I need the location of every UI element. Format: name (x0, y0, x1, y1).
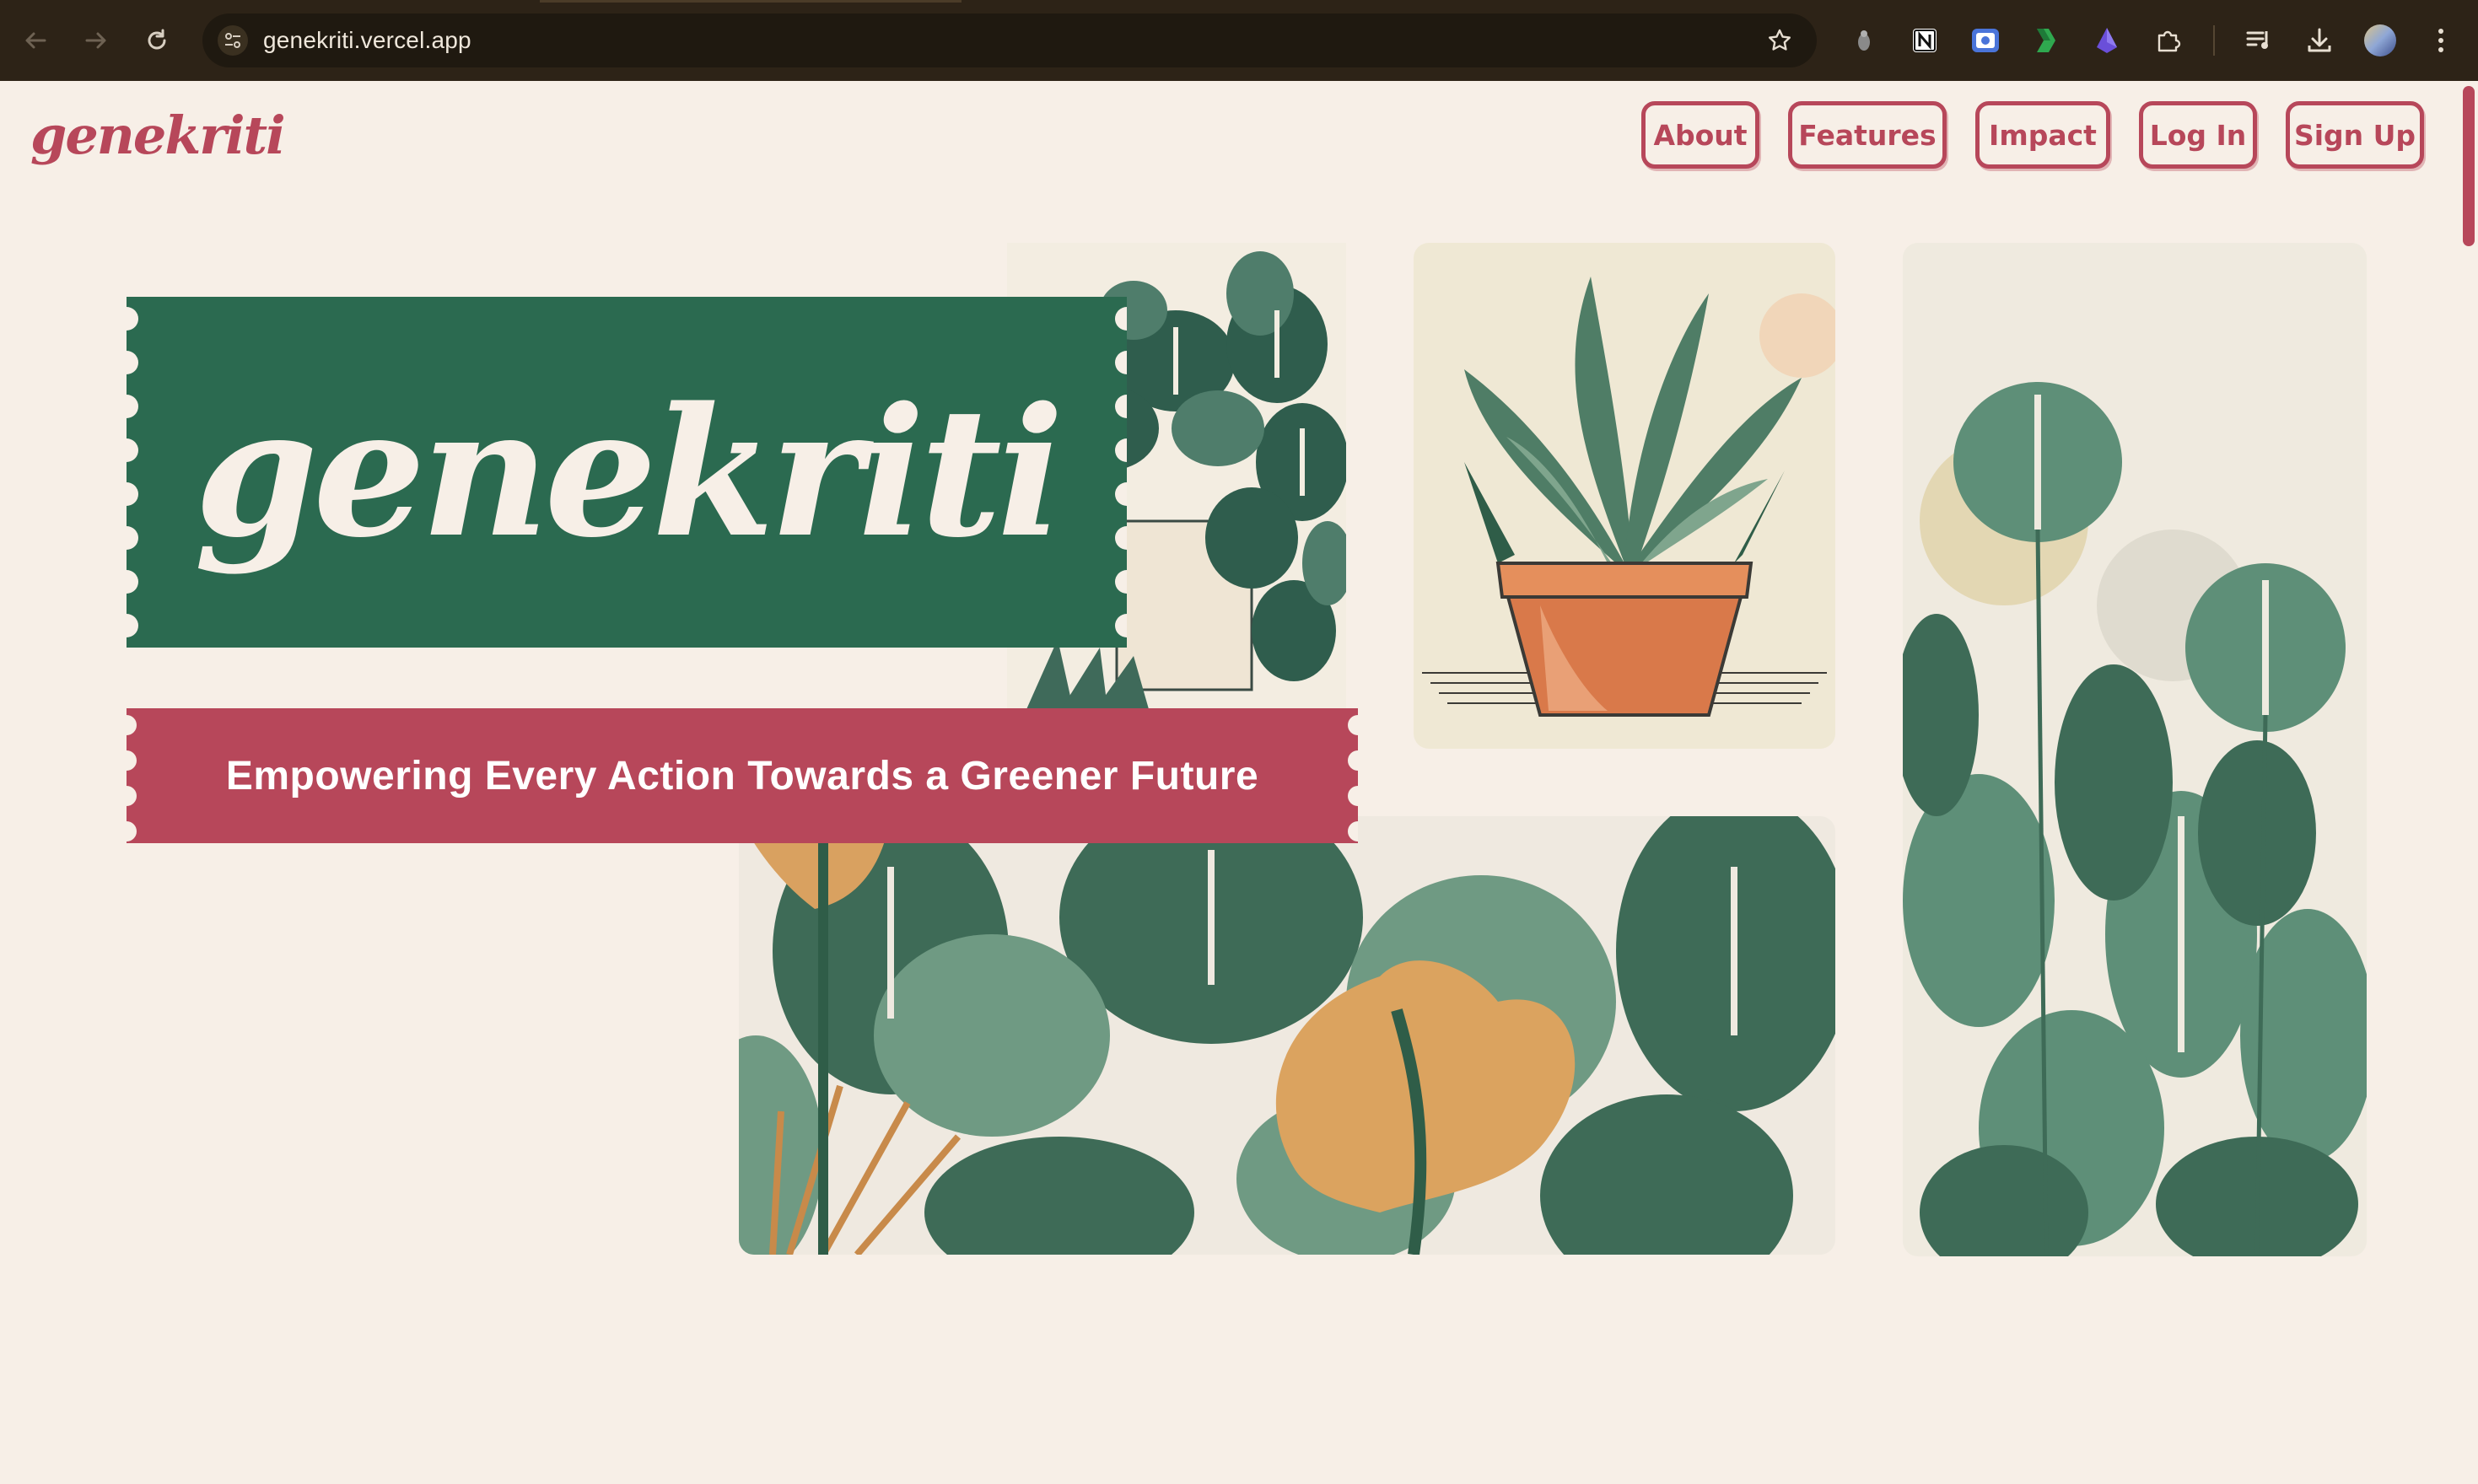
hero-title: genekriti (194, 368, 1064, 577)
url-text[interactable]: genekriti.vercel.app (263, 27, 471, 54)
back-arrow-icon[interactable] (17, 22, 54, 59)
profile-avatar-icon[interactable] (2362, 22, 2399, 59)
site-logo[interactable]: genekriti (30, 105, 286, 166)
download-icon[interactable] (2301, 22, 2338, 59)
browser-toolbar: genekriti.vercel.app (0, 0, 2478, 82)
reload-icon[interactable] (138, 22, 175, 59)
hero-tagline-banner: Empowering Every Action Towards a Greene… (127, 708, 1358, 843)
nav-impact-button[interactable]: Impact (1975, 101, 2110, 169)
bookmark-star-icon[interactable] (1764, 25, 1795, 56)
tall-jungle-illustration (1903, 243, 2367, 1256)
site-info-icon[interactable] (218, 25, 248, 56)
nav-features-button[interactable]: Features (1788, 101, 1947, 169)
extension-gray-icon[interactable] (1845, 22, 1883, 59)
nav-login-button[interactable]: Log In (2139, 101, 2257, 169)
purple-extension-icon[interactable] (2088, 22, 2125, 59)
potted-plant-illustration (1414, 243, 1835, 749)
toolbar-separator (2213, 25, 2215, 56)
hero-title-banner: genekriti (127, 297, 1127, 648)
forward-arrow-icon[interactable] (78, 22, 115, 59)
media-queue-icon[interactable] (2240, 22, 2277, 59)
address-bar[interactable]: genekriti.vercel.app (202, 13, 1817, 67)
scrollbar-thumb[interactable] (2463, 86, 2475, 246)
screen-capture-icon[interactable] (1967, 22, 2004, 59)
hero-tagline: Empowering Every Action Towards a Greene… (225, 753, 1259, 798)
nav-signup-button[interactable]: Sign Up (2286, 101, 2424, 169)
more-menu-icon[interactable] (2422, 22, 2459, 59)
notion-icon[interactable] (1906, 22, 1943, 59)
page-content: genekriti About Features Impact Log In S… (0, 81, 2478, 1484)
page-scrollbar[interactable] (2459, 81, 2478, 1484)
active-tab-indicator (540, 0, 962, 3)
green-leaf-extension-icon[interactable] (2028, 22, 2065, 59)
nav-about-button[interactable]: About (1641, 101, 1759, 169)
tropical-leaves-illustration (739, 816, 1835, 1255)
puzzle-extensions-icon[interactable] (2149, 22, 2186, 59)
